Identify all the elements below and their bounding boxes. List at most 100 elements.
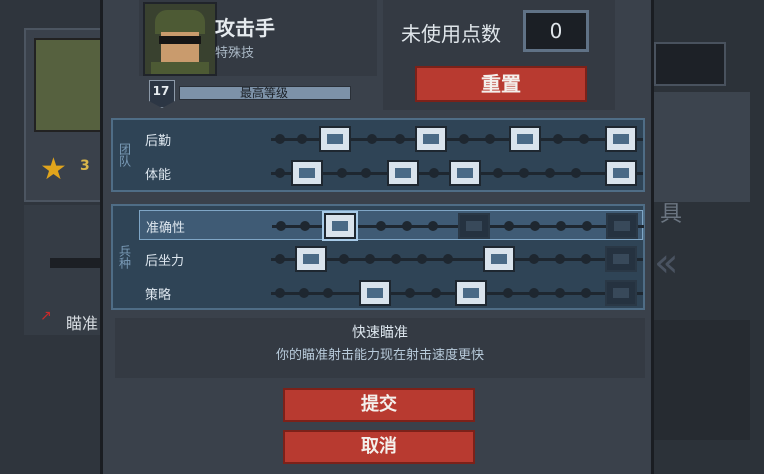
- skill-panel: 攻击手 特殊技 17 最高等级 未使用点数 0 重置 团队 后勤 体能 兵种 准…: [100, 0, 654, 474]
- crosshair-icon[interactable]: [606, 213, 638, 239]
- skill-node[interactable]: [275, 168, 285, 178]
- skill-row-tactics[interactable]: 策略: [139, 278, 643, 308]
- level-number: 17: [152, 84, 170, 98]
- skill-node[interactable]: [323, 288, 333, 298]
- skill-icon[interactable]: [295, 246, 327, 272]
- skill-icon[interactable]: [455, 280, 487, 306]
- cancel-button[interactable]: 取消: [283, 430, 475, 464]
- gears-icon[interactable]: [458, 213, 490, 239]
- skill-icon[interactable]: [291, 160, 323, 186]
- reset-button[interactable]: 重置: [415, 66, 587, 102]
- skill-node[interactable]: [275, 134, 285, 144]
- skill-node[interactable]: [443, 254, 453, 264]
- bg-right-panel: 具 «: [654, 0, 764, 474]
- skill-node[interactable]: [459, 134, 469, 144]
- skill-icon[interactable]: [605, 246, 637, 272]
- bg-portrait: [34, 38, 108, 132]
- skill-node[interactable]: [581, 288, 591, 298]
- skill-node[interactable]: [428, 221, 438, 231]
- skill-row-label: 后勤: [145, 134, 172, 149]
- skill-node[interactable]: [545, 168, 555, 178]
- skill-icon[interactable]: [387, 160, 419, 186]
- skill-icon[interactable]: [449, 160, 481, 186]
- skill-node[interactable]: [579, 134, 589, 144]
- skill-row-logistics[interactable]: 后勤: [139, 124, 643, 154]
- star-icon: ★: [40, 152, 67, 187]
- skill-icon[interactable]: [605, 280, 637, 306]
- skill-node[interactable]: [429, 168, 439, 178]
- skill-node[interactable]: [555, 288, 565, 298]
- skill-row-label: 策略: [145, 288, 172, 303]
- skill-node[interactable]: [503, 288, 513, 298]
- skill-node[interactable]: [556, 221, 566, 231]
- unused-points-label: 未使用点数: [401, 22, 501, 46]
- skill-node[interactable]: [581, 254, 591, 264]
- body-shape: [151, 62, 209, 74]
- skill-node[interactable]: [402, 221, 412, 231]
- quick-aim-skill-icon[interactable]: [322, 211, 358, 241]
- skill-icon[interactable]: [483, 246, 515, 272]
- skill-icon[interactable]: [359, 280, 391, 306]
- skill-node[interactable]: [417, 254, 427, 264]
- skill-row-recoil[interactable]: 后坐力: [139, 244, 643, 274]
- bg-card: 具: [654, 92, 750, 227]
- skill-node[interactable]: [571, 168, 581, 178]
- skill-node[interactable]: [339, 254, 349, 264]
- skill-node[interactable]: [300, 221, 310, 231]
- skill-row-accuracy[interactable]: 准确性: [139, 210, 644, 241]
- skill-icon[interactable]: [605, 160, 637, 186]
- sunglasses-icon: [159, 36, 201, 44]
- skill-node[interactable]: [297, 134, 307, 144]
- skill-node[interactable]: [530, 221, 540, 231]
- arrow-icon: ↗: [40, 308, 52, 324]
- skill-icon[interactable]: [509, 126, 541, 152]
- skill-row-fitness[interactable]: 体能: [139, 158, 643, 188]
- skill-node[interactable]: [582, 221, 592, 231]
- skill-node[interactable]: [529, 254, 539, 264]
- skill-node[interactable]: [405, 288, 415, 298]
- class-type: 特殊技: [215, 46, 255, 61]
- skill-node[interactable]: [485, 134, 495, 144]
- soldier-avatar: [143, 2, 217, 76]
- helmet-icon: [155, 10, 205, 34]
- skill-node[interactable]: [275, 254, 285, 264]
- bg-aim-text: 瞄准: [66, 314, 99, 333]
- group-label: 兵种: [117, 245, 132, 269]
- gun-icon: [50, 258, 100, 268]
- skill-node[interactable]: [553, 134, 563, 144]
- class-name: 攻击手: [215, 16, 275, 40]
- skill-description-body: 你的瞄准射击能力现在射击速度更快: [275, 348, 484, 363]
- level-bar-label: 最高等级: [239, 86, 288, 100]
- skill-node[interactable]: [431, 288, 441, 298]
- skill-node[interactable]: [365, 254, 375, 264]
- group-class: 兵种 准确性 后坐力 策略: [111, 204, 645, 310]
- skill-description-title: 快速瞄准: [352, 325, 408, 341]
- skill-node[interactable]: [276, 221, 286, 231]
- skill-node[interactable]: [275, 288, 285, 298]
- skill-node[interactable]: [504, 221, 514, 231]
- skill-description: 快速瞄准 你的瞄准射击能力现在射击速度更快: [115, 318, 645, 378]
- skill-node[interactable]: [367, 134, 377, 144]
- skill-node[interactable]: [376, 221, 386, 231]
- skill-node[interactable]: [361, 168, 371, 178]
- group-label: 团队: [117, 143, 132, 167]
- skill-icon[interactable]: [605, 126, 637, 152]
- skill-icon[interactable]: [319, 126, 351, 152]
- skill-node[interactable]: [493, 168, 503, 178]
- skill-node[interactable]: [391, 254, 401, 264]
- skill-icon[interactable]: [415, 126, 447, 152]
- group-team: 团队 后勤 体能: [111, 118, 645, 192]
- unused-points-value: 0: [523, 10, 589, 52]
- skill-node[interactable]: [519, 168, 529, 178]
- skill-node[interactable]: [529, 288, 539, 298]
- skill-node[interactable]: [395, 134, 405, 144]
- bg-block: [654, 320, 750, 440]
- skill-node[interactable]: [555, 254, 565, 264]
- skill-row-label: 体能: [145, 168, 172, 183]
- bg-star-count: 3: [80, 158, 90, 174]
- skill-row-label: 后坐力: [145, 254, 185, 269]
- skill-node[interactable]: [337, 168, 347, 178]
- skill-node[interactable]: [299, 288, 309, 298]
- submit-button[interactable]: 提交: [283, 388, 475, 422]
- bg-field: [654, 42, 726, 86]
